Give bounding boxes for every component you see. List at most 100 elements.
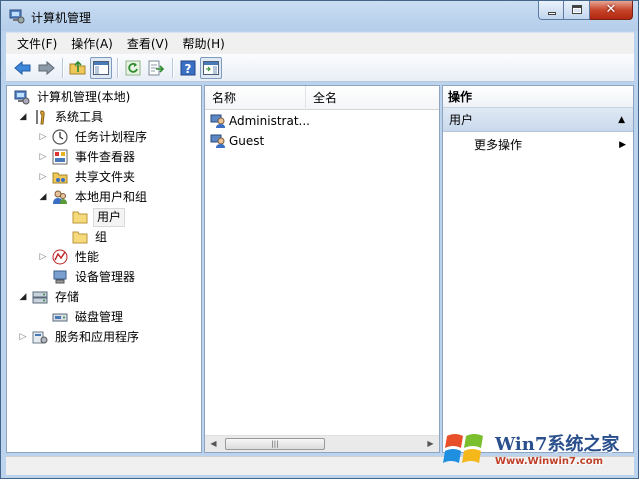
scrollbar-thumb[interactable]: |||: [225, 438, 325, 450]
export-list-button[interactable]: [145, 57, 167, 79]
menu-help[interactable]: 帮助(H): [175, 34, 231, 54]
expand-arrow-icon[interactable]: ▷: [38, 152, 48, 162]
computer-management-icon: [14, 90, 30, 105]
minimize-icon: [548, 12, 556, 15]
shared-folder-icon: [52, 172, 68, 184]
tree-label: 计算机管理(本地): [37, 90, 131, 104]
tree-item-shared-folders[interactable]: ▷ 共享文件夹: [38, 167, 137, 187]
forward-arrow-icon: [38, 60, 55, 75]
tree-item-local-users-groups[interactable]: ◢ 本地用户和组: [38, 187, 149, 207]
expand-arrow-icon[interactable]: ▷: [38, 172, 48, 182]
console-tree-pane[interactable]: 计算机管理(本地) ◢ 系统工具 ▷ 任务计划程序 ▷ 事件查看器 ▷ 共享文件…: [6, 85, 202, 453]
help-icon: ?: [180, 60, 196, 76]
refresh-icon: [125, 60, 141, 75]
list-item-name: Administrat...: [229, 114, 310, 128]
list-header: 名称 全名: [205, 86, 439, 110]
more-actions-item[interactable]: 更多操作 ▶: [474, 135, 626, 155]
tools-icon: [36, 110, 45, 125]
expand-arrow-icon[interactable]: ▷: [38, 252, 48, 262]
tree-label: 共享文件夹: [75, 170, 136, 184]
tree-label: 服务和应用程序: [55, 330, 140, 344]
tree-label: 任务计划程序: [75, 130, 148, 144]
tree-label: 本地用户和组: [75, 190, 148, 204]
show-hide-console-tree-button[interactable]: [90, 56, 112, 79]
action-group-label: 用户: [449, 113, 474, 127]
menu-view[interactable]: 查看(V): [120, 34, 176, 54]
toolbar-separator: [117, 57, 118, 78]
collapse-arrow-icon[interactable]: ◢: [18, 112, 28, 122]
user-icon: [210, 134, 225, 148]
tree-item-services-apps[interactable]: ▷ 服务和应用程序: [18, 327, 141, 347]
action-group-users[interactable]: 用户 ▲: [443, 108, 633, 132]
menu-file[interactable]: 文件(F): [10, 34, 64, 54]
menu-bar: 文件(F) 操作(A) 查看(V) 帮助(H): [6, 32, 634, 54]
result-list-pane[interactable]: 名称 全名 Administrat... Guest ◀ ||| ▶: [204, 85, 440, 453]
storage-icon: [32, 291, 48, 304]
list-item-name: Guest: [229, 134, 265, 148]
tree-item-performance[interactable]: ▷ 性能: [38, 247, 101, 267]
tree-item-users[interactable]: 用户: [72, 207, 126, 227]
action-pane: 操作 用户 ▲ 更多操作 ▶: [442, 85, 634, 453]
collapse-arrow-icon[interactable]: ◢: [38, 192, 48, 202]
column-header-name[interactable]: 名称: [205, 86, 306, 110]
forward-button[interactable]: [35, 57, 57, 79]
users-group-icon: [53, 190, 67, 204]
close-icon: ✕: [605, 2, 617, 17]
toolbar: ?: [6, 54, 634, 82]
watermark-title: Win7系统之家: [495, 434, 620, 455]
action-pane-title: 操作: [443, 86, 633, 108]
list-item[interactable]: Guest: [210, 131, 264, 151]
user-icon: [210, 114, 225, 128]
tree-label: 事件查看器: [75, 150, 136, 164]
show-hide-action-pane-icon: [203, 60, 219, 75]
tree-item-device-manager[interactable]: 设备管理器: [52, 267, 137, 287]
tree-item-disk-management[interactable]: 磁盘管理: [52, 307, 125, 327]
folder-icon: [72, 231, 88, 244]
tree-label: 磁盘管理: [75, 310, 124, 324]
show-hide-action-pane-button[interactable]: [200, 56, 222, 79]
computer-management-window: 计算机管理 ✕ 文件(F) 操作(A) 查看(V) 帮助(H) ? 计算机管理(…: [0, 0, 639, 479]
horizontal-scrollbar[interactable]: ◀ ||| ▶: [205, 435, 439, 452]
expand-arrow-icon[interactable]: ▷: [18, 332, 28, 342]
tree-item-groups[interactable]: 组: [72, 227, 109, 247]
back-button[interactable]: [12, 57, 34, 79]
column-header-full-name[interactable]: 全名: [306, 86, 439, 110]
tree-label: 设备管理器: [75, 270, 136, 284]
tree-label: 用户: [93, 207, 126, 227]
window-title: 计算机管理: [31, 11, 92, 25]
disk-management-icon: [52, 313, 68, 322]
more-actions-label: 更多操作: [474, 138, 523, 152]
collapse-arrow-icon[interactable]: ◢: [18, 292, 28, 302]
maximize-button[interactable]: [564, 1, 590, 20]
up-one-level-button[interactable]: [67, 57, 89, 79]
minimize-button[interactable]: [538, 1, 564, 20]
export-list-icon: [148, 60, 164, 75]
maximize-icon: [572, 5, 582, 14]
back-arrow-icon: [14, 60, 31, 75]
title-bar[interactable]: 计算机管理 ✕: [1, 1, 638, 31]
event-viewer-icon: [52, 149, 68, 165]
scroll-right-arrow-icon[interactable]: ▶: [422, 436, 439, 452]
tree-item-root[interactable]: 计算机管理(本地): [14, 87, 132, 107]
toolbar-separator: [62, 57, 63, 78]
list-item[interactable]: Administrat...: [210, 111, 310, 131]
menu-action[interactable]: 操作(A): [64, 34, 120, 54]
collapse-up-icon[interactable]: ▲: [618, 108, 625, 132]
scroll-left-arrow-icon[interactable]: ◀: [205, 436, 222, 452]
clock-icon: [52, 129, 68, 145]
watermark-url: Www.Winwin7.com: [495, 456, 604, 467]
help-button[interactable]: ?: [177, 57, 199, 79]
tree-label: 组: [95, 230, 108, 244]
windows-logo-icon: [443, 434, 483, 463]
tree-item-storage[interactable]: ◢ 存储: [18, 287, 81, 307]
computer-management-icon: [9, 9, 25, 24]
expand-arrow-icon[interactable]: ▷: [38, 132, 48, 142]
caption-buttons: ✕: [538, 1, 633, 21]
tree-item-task-scheduler[interactable]: ▷ 任务计划程序: [38, 127, 149, 147]
close-button[interactable]: ✕: [590, 1, 633, 20]
refresh-button[interactable]: [122, 57, 144, 79]
performance-icon: [52, 249, 68, 265]
tree-item-event-viewer[interactable]: ▷ 事件查看器: [38, 147, 137, 167]
tree-item-system-tools[interactable]: ◢ 系统工具: [18, 107, 105, 127]
folder-icon: [72, 211, 88, 224]
